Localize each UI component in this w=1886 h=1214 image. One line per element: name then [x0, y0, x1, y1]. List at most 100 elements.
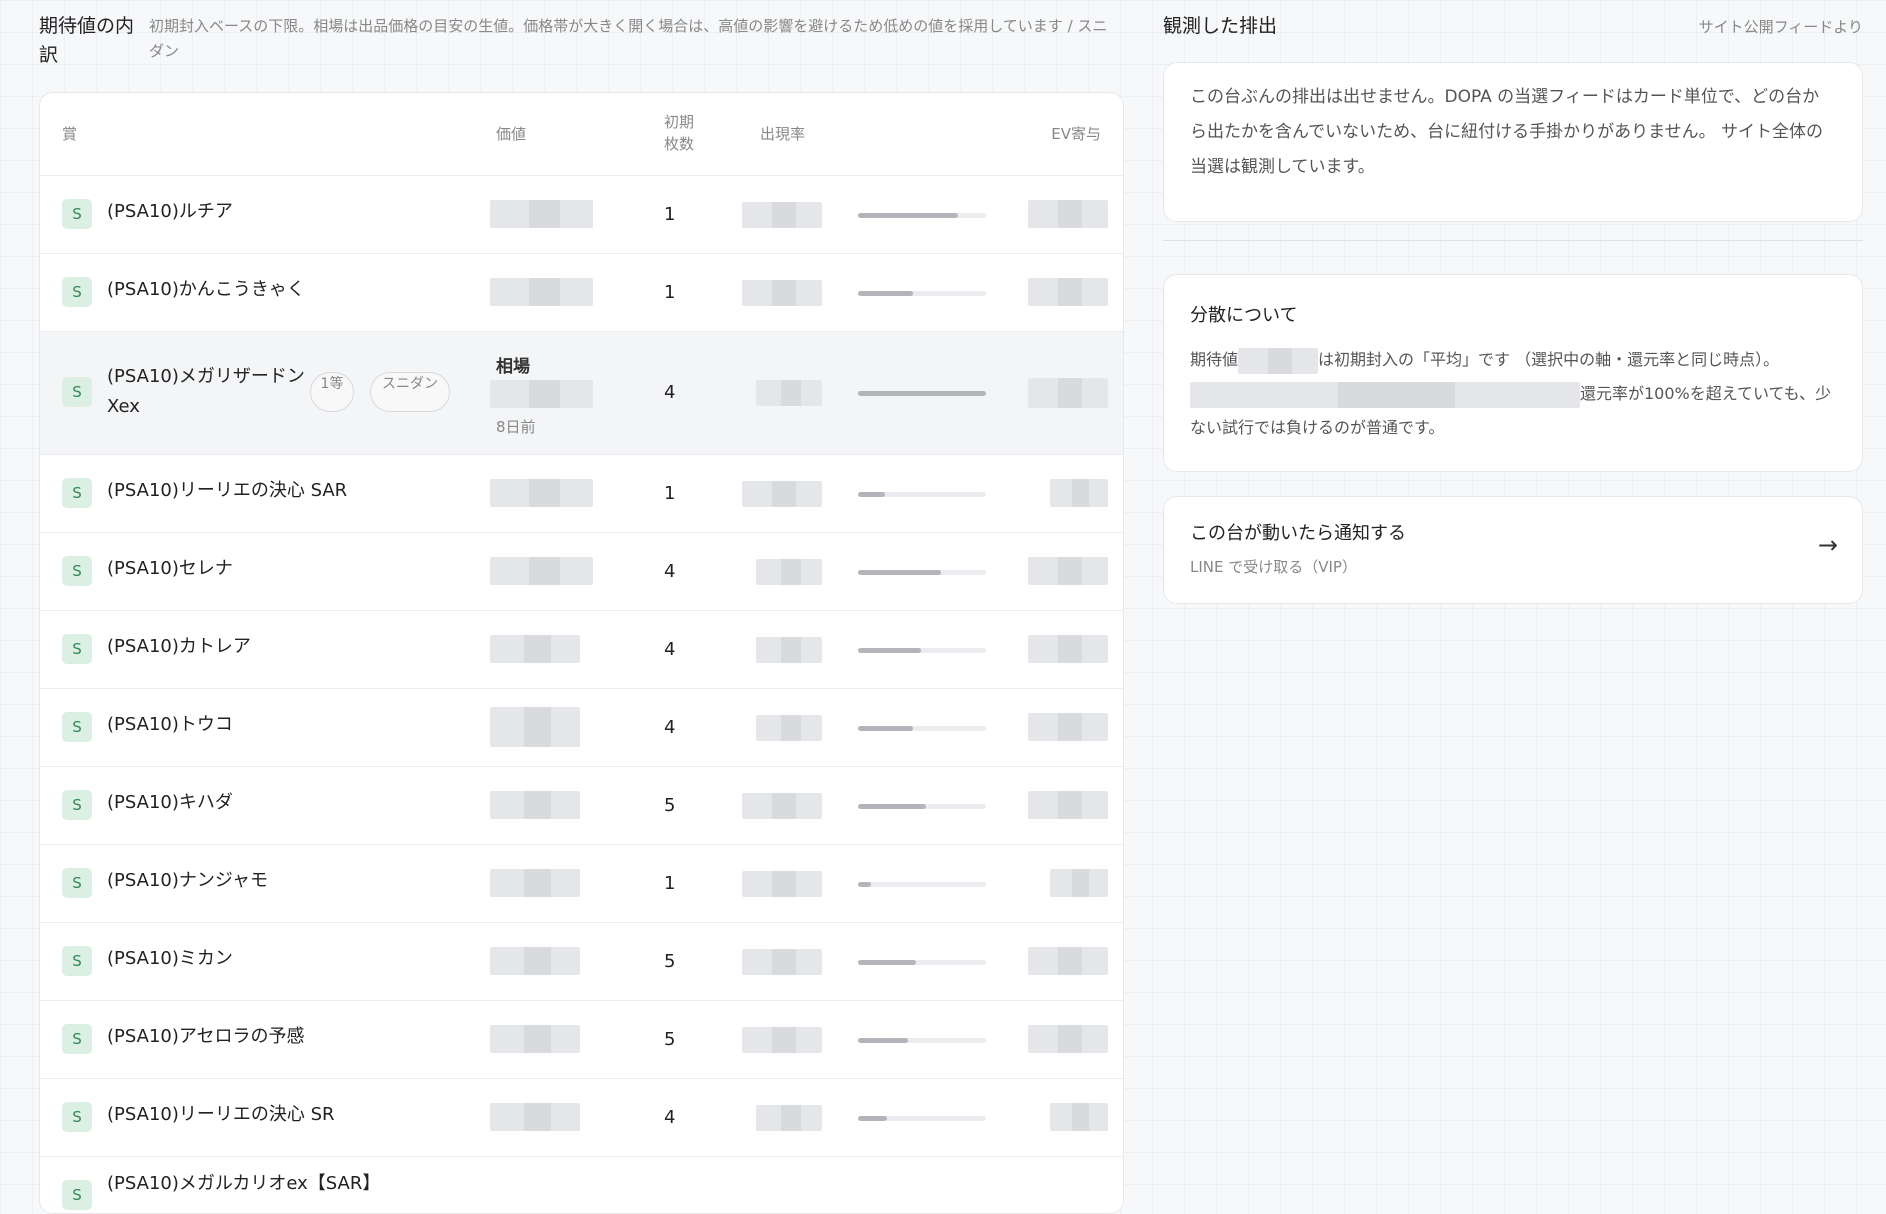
initial-count: 4 [664, 639, 676, 660]
prize-name: (PSA10)トウコ [107, 714, 233, 735]
initial-count: 4 [664, 382, 676, 403]
source-tag: スニダン [370, 372, 450, 412]
table-row[interactable]: S (PSA10)カトレア 4 [40, 611, 1123, 689]
rate-bar [858, 492, 986, 497]
initial-count: 1 [664, 282, 676, 303]
table-row[interactable]: S (PSA10)ミカン 5 [40, 923, 1123, 1001]
prize-name: (PSA10)ナンジャモ [107, 870, 268, 891]
variance-redacted [1190, 381, 1580, 408]
updated-ago: 8日前 [496, 418, 536, 436]
ev-redacted [1050, 1103, 1108, 1131]
header-rate: 出現率 [760, 125, 806, 143]
notify-button[interactable]: この台が動いたら通知する LINE で受け取る（VIP） → [1163, 496, 1863, 604]
rate-redacted [742, 280, 822, 306]
prize-table: 賞 価値 初期枚数 出現率 EV寄与 S (PSA10)ルチア 1 S (PSA… [39, 92, 1124, 1214]
initial-count: 4 [664, 561, 676, 582]
prize-name: (PSA10)かんこうきゃく [107, 279, 305, 300]
rate-redacted [756, 559, 822, 585]
rate-bar [858, 804, 986, 809]
ev-redacted [1028, 1025, 1108, 1053]
rate-bar [858, 1116, 986, 1121]
market-label: 相場 [496, 357, 530, 377]
rate-bar-fill [858, 882, 871, 887]
observed-title: 観測した排出 [1163, 15, 1278, 37]
rank-badge: S [62, 946, 92, 976]
rank-badge: S [62, 478, 92, 508]
rate-bar-fill [858, 1038, 908, 1043]
table-row[interactable]: S (PSA10)アセロラの予感 5 [40, 1001, 1123, 1079]
table-row[interactable]: S (PSA10)リーリエの決心 SAR 1 [40, 455, 1123, 533]
table-row-selected[interactable]: S (PSA10)メガリザードンXex 1等 スニダン 相場 8日前 4 [40, 332, 1123, 455]
observed-panel: 観測した排出 サイト公開フィードより この台ぶんの排出は出せません。DOPA の… [1163, 0, 1863, 1188]
prize-name: (PSA10)メガリザードンXex [107, 366, 305, 417]
rate-bar [858, 391, 986, 396]
rate-bar [858, 960, 986, 965]
rate-bar-fill [858, 570, 942, 575]
rank-badge: S [62, 1102, 92, 1132]
ev-value-redacted [1238, 347, 1319, 374]
breakdown-note: 初期封入ベースの下限。相場は出品価格の目安の生値。価格帯が大きく開く場合は、高値… [149, 17, 1108, 60]
rate-redacted [742, 871, 822, 897]
variance-card: 分散について 期待値 は初期封入の「平均」です （選択中の軸・還元率と同じ時点）。… [1163, 274, 1863, 472]
variance-title: 分散について [1190, 305, 1298, 326]
prize-name: (PSA10)カトレア [107, 636, 251, 657]
table-header: 賞 価値 初期枚数 出現率 EV寄与 [40, 93, 1123, 176]
table-row[interactable]: S (PSA10)メガルカリオex【SAR】 [40, 1157, 1123, 1213]
table-row[interactable]: S (PSA10)トウコ 4 [40, 689, 1123, 767]
rate-bar-fill [858, 726, 914, 731]
variance-text: 期待値 は初期封入の「平均」です （選択中の軸・還元率と同じ時点）。還元率が100… [1190, 343, 1840, 445]
breakdown-title: 期待値の内訳 [39, 15, 135, 66]
divider [1163, 240, 1863, 241]
ev-redacted [1028, 557, 1108, 585]
value-redacted [490, 1103, 580, 1131]
breakdown-panel: 期待値の内訳 初期封入ベースの下限。相場は出品価格の目安の生値。価格帯が大きく開… [39, 0, 1124, 1214]
rate-bar-fill [858, 1116, 888, 1121]
initial-count: 5 [664, 1029, 676, 1050]
rate-redacted [756, 1105, 822, 1131]
initial-count: 1 [664, 873, 676, 894]
rate-redacted [742, 202, 822, 228]
rate-redacted [756, 380, 822, 406]
header-initial-count: 初期枚数 [664, 113, 695, 153]
rank-badge: S [62, 1180, 92, 1210]
rate-redacted [742, 949, 822, 975]
ev-redacted [1050, 869, 1108, 897]
value-redacted [490, 557, 593, 585]
initial-count: 5 [664, 795, 676, 816]
ev-redacted [1028, 947, 1108, 975]
notify-title: この台が動いたら通知する [1190, 523, 1406, 544]
table-row[interactable]: S (PSA10)リーリエの決心 SR 4 [40, 1079, 1123, 1157]
prize-name: (PSA10)ルチア [107, 201, 233, 222]
ev-redacted [1028, 378, 1108, 408]
rate-bar [858, 1038, 986, 1043]
prize-name: (PSA10)リーリエの決心 SR [107, 1104, 335, 1125]
arrow-right-icon: → [1817, 531, 1838, 559]
rate-bar-fill [858, 213, 958, 218]
rate-bar-fill [858, 648, 921, 653]
initial-count: 4 [664, 1107, 676, 1128]
rate-redacted [742, 481, 822, 507]
ev-redacted [1028, 635, 1108, 663]
ev-redacted [1028, 791, 1108, 819]
ev-redacted [1028, 200, 1108, 228]
rank-badge: S [62, 634, 92, 664]
observed-message: この台ぶんの排出は出せません。DOPA の当選フィードはカード単位で、どの台から… [1190, 87, 1824, 177]
rate-bar [858, 882, 986, 887]
ev-redacted [1028, 278, 1108, 306]
ev-redacted [1028, 713, 1108, 741]
value-redacted [490, 200, 593, 228]
value-redacted [490, 707, 580, 747]
table-row[interactable]: S (PSA10)セレナ 4 [40, 533, 1123, 611]
rank-badge: S [62, 556, 92, 586]
table-row[interactable]: S (PSA10)かんこうきゃく 1 [40, 254, 1123, 332]
header-ev: EV寄与 [1051, 125, 1101, 143]
rate-bar [858, 213, 986, 218]
table-row[interactable]: S (PSA10)ルチア 1 [40, 176, 1123, 254]
rate-bar-fill [858, 391, 986, 396]
initial-count: 1 [664, 483, 676, 504]
table-row[interactable]: S (PSA10)キハダ 5 [40, 767, 1123, 845]
prize-name: (PSA10)アセロラの予感 [107, 1026, 305, 1047]
table-row[interactable]: S (PSA10)ナンジャモ 1 [40, 845, 1123, 923]
value-redacted [490, 869, 580, 897]
rate-bar-fill [858, 492, 885, 497]
